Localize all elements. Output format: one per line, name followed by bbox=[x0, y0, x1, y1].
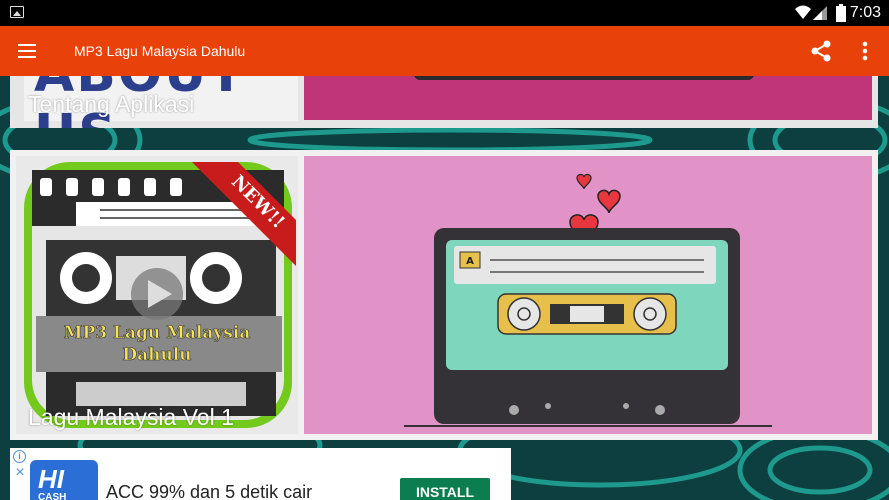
status-time: 7:03 bbox=[849, 4, 881, 21]
cassette-cover-image bbox=[304, 76, 872, 120]
ad-headline: ACC 99% dan 5 detik cair bbox=[106, 482, 313, 500]
card-tentang-aplikasi[interactable]: ABOUT US Tentang Aplikasi bbox=[10, 76, 878, 128]
signal-icon bbox=[813, 6, 827, 20]
app-bar: MP3 Lagu Malaysia Dahulu bbox=[0, 26, 889, 76]
svg-text:A: A bbox=[466, 256, 474, 267]
card-label: Lagu Malaysia Vol 1 bbox=[28, 404, 234, 430]
image-notification-icon bbox=[10, 6, 24, 18]
more-vert-icon[interactable] bbox=[852, 38, 878, 64]
ad-info-icon[interactable]: i bbox=[13, 450, 26, 463]
ad-logo-hi: HI bbox=[38, 464, 64, 494]
app-title: MP3 Lagu Malaysia Dahulu bbox=[74, 43, 246, 59]
app-icon-image: MP3 Lagu Malaysia Dahulu NEW!! bbox=[16, 156, 298, 434]
ad-logo: HI CASH bbox=[30, 460, 98, 500]
svg-text:MP3 Lagu Malaysia: MP3 Lagu Malaysia bbox=[64, 323, 251, 343]
card-label: Tentang Aplikasi bbox=[28, 91, 195, 117]
status-bar: 7:03 bbox=[0, 0, 889, 26]
menu-icon[interactable] bbox=[14, 38, 40, 64]
svg-text:Dahulu: Dahulu bbox=[122, 345, 191, 365]
battery-icon bbox=[836, 4, 846, 22]
ad-close-icon[interactable]: × bbox=[13, 465, 27, 481]
card-lagu-malaysia-vol-1[interactable]: MP3 Lagu Malaysia Dahulu NEW!! A Lagu Ma… bbox=[10, 150, 878, 440]
install-button[interactable]: INSTALL bbox=[400, 478, 490, 500]
cassette-cover-image: A bbox=[304, 156, 872, 434]
share-icon[interactable] bbox=[808, 38, 834, 64]
ad-logo-cash: CASH bbox=[38, 492, 67, 500]
ad-banner[interactable]: i × HI CASH ACC 99% dan 5 detik cair INS… bbox=[10, 448, 511, 500]
wifi-icon bbox=[795, 5, 811, 19]
